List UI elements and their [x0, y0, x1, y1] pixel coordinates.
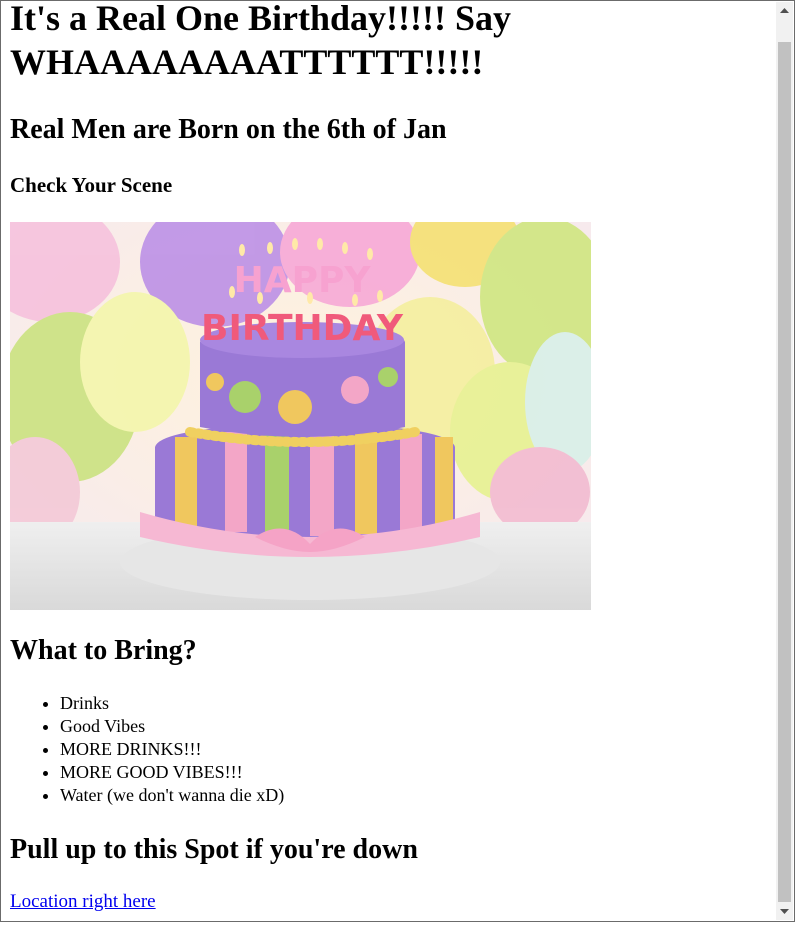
- scroll-down-arrow-icon[interactable]: [776, 903, 793, 920]
- vertical-scrollbar[interactable]: [776, 2, 793, 920]
- birthday-date-heading: Real Men are Born on the 6th of Jan: [10, 114, 447, 145]
- bring-list: Drinks Good Vibes MORE DRINKS!!! MORE GO…: [10, 692, 284, 807]
- candle-text-bottom: BIRTHDAY: [201, 308, 404, 349]
- scrollbar-thumb[interactable]: [778, 42, 791, 902]
- birthday-cake-image: HAPPY BIRTHDAY: [10, 222, 591, 610]
- scroll-up-arrow-icon[interactable]: [776, 2, 793, 19]
- list-item: Water (we don't wanna die xD): [60, 784, 284, 807]
- list-item: MORE GOOD VIBES!!!: [60, 761, 284, 784]
- location-link[interactable]: Location right here: [10, 891, 156, 913]
- scene-heading: Check Your Scene: [10, 173, 173, 197]
- what-to-bring-heading: What to Bring?: [10, 635, 197, 666]
- list-item: MORE DRINKS!!!: [60, 738, 284, 761]
- list-item: Good Vibes: [60, 715, 284, 738]
- page-title: It's a Real One Birthday!!!!! Say WHAAAA…: [10, 0, 511, 82]
- spot-heading: Pull up to this Spot if you're down: [10, 834, 418, 865]
- candle-text-top: HAPPY: [234, 260, 372, 301]
- list-item: Drinks: [60, 692, 284, 715]
